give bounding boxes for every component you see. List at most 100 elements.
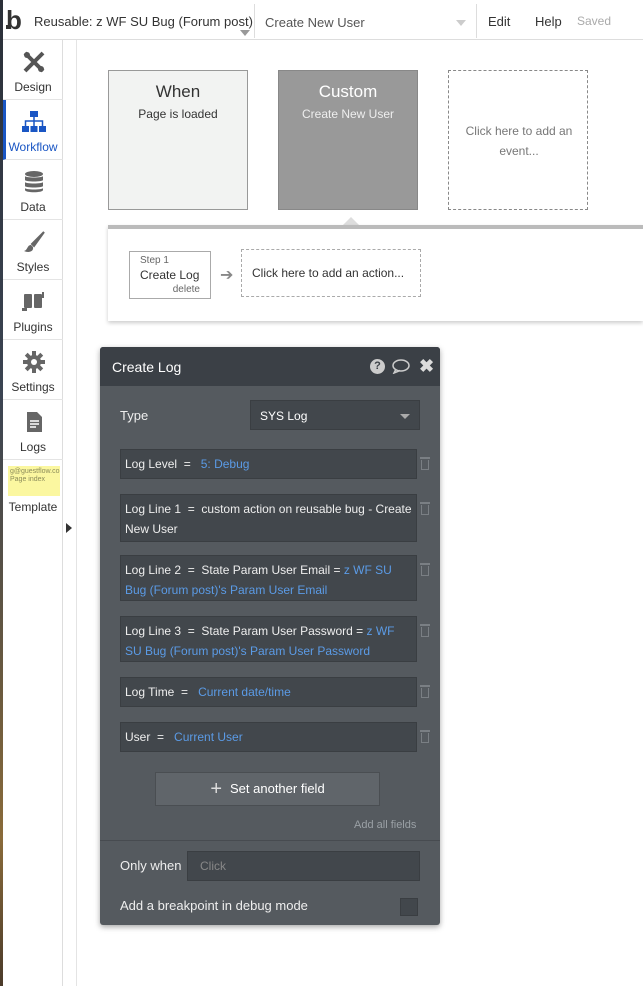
- field-eq: =: [181, 685, 189, 699]
- trash-icon[interactable]: [420, 685, 430, 698]
- chevron-down-icon: [400, 414, 410, 419]
- trash-icon[interactable]: [420, 457, 430, 470]
- arrow-right-icon: ➔: [220, 267, 234, 284]
- action-strip: Step 1 Create Log delete ➔ Click here to…: [108, 225, 643, 321]
- sidebar-item-data[interactable]: Data: [3, 160, 63, 220]
- sidebar-item-design[interactable]: Design: [3, 40, 63, 100]
- only-when-input[interactable]: Click: [187, 851, 420, 881]
- field-value: State Param User Password =: [201, 624, 367, 638]
- field-eq: =: [183, 457, 191, 471]
- design-icon: [23, 51, 45, 73]
- chevron-down-icon: [240, 30, 250, 36]
- panel-divider: [100, 840, 440, 841]
- sidebar-item-plugins[interactable]: Plugins: [3, 280, 63, 340]
- add-event-text: Click here to add an event...: [465, 124, 573, 158]
- brush-icon: [24, 231, 45, 252]
- field-dynamic-value: 5: Debug: [200, 457, 250, 471]
- field-dynamic-value: Current date/time: [198, 685, 291, 699]
- type-dropdown[interactable]: SYS Log: [250, 400, 420, 430]
- event-selector-dropdown[interactable]: Create New User: [256, 4, 477, 38]
- type-value: SYS Log: [260, 409, 308, 423]
- field-label: Log Line 2: [125, 563, 182, 577]
- add-action-button[interactable]: Click here to add an action...: [241, 249, 421, 297]
- close-icon[interactable]: ✖: [419, 356, 434, 377]
- event-subtitle: Create New User: [301, 107, 395, 121]
- trash-icon[interactable]: [420, 563, 430, 576]
- trash-icon[interactable]: [420, 624, 430, 637]
- sidebar-item-label: Design: [14, 80, 52, 94]
- add-event-button[interactable]: Click here to add an event...: [448, 70, 588, 210]
- sidebar-item-template[interactable]: g@guestflow.co Page index Template: [3, 460, 63, 520]
- sidebar-item-workflow[interactable]: Workflow: [3, 100, 63, 160]
- sidebar-item-label: Styles: [16, 260, 50, 274]
- event-title: When: [155, 82, 201, 101]
- save-status: Saved: [577, 14, 612, 28]
- field-dynamic-value: Current User: [174, 730, 243, 744]
- step-card[interactable]: Step 1 Create Log delete: [129, 251, 211, 299]
- sidebar-item-label: Data: [20, 200, 46, 214]
- field-label: User: [125, 730, 151, 744]
- field-log-line-1[interactable]: Log Line 1 = custom action on reusable b…: [120, 494, 417, 542]
- field-label: Log Line 1: [125, 502, 182, 516]
- panel-title: Create Log: [112, 359, 182, 375]
- plus-icon: +: [210, 778, 222, 800]
- event-selector-label: Create New User: [265, 15, 365, 30]
- field-log-level[interactable]: Log Level = 5: Debug: [120, 449, 417, 479]
- template-thumbnail: g@guestflow.co Page index: [8, 466, 60, 496]
- event-title: Custom: [318, 82, 378, 101]
- event-card-custom[interactable]: Custom Create New User: [278, 70, 418, 210]
- set-another-label: Set another field: [230, 781, 325, 796]
- logo-letter: b: [6, 5, 22, 35]
- event-card-page-loaded[interactable]: When Page is loaded: [108, 70, 248, 210]
- event-subtitle: Page is loaded: [138, 107, 218, 121]
- field-label: Log Level: [125, 457, 178, 471]
- sidebar-item-logs[interactable]: Logs: [3, 400, 63, 460]
- page-selector-dropdown[interactable]: Reusable: z WF SU Bug (Forum post): [31, 4, 255, 38]
- sidebar-item-styles[interactable]: Styles: [3, 220, 63, 280]
- plug-icon: [22, 292, 44, 311]
- gear-icon: [23, 351, 45, 373]
- database-icon: [25, 171, 43, 193]
- comment-icon[interactable]: [392, 359, 410, 374]
- trash-icon[interactable]: [420, 730, 430, 743]
- trash-icon[interactable]: [420, 502, 430, 515]
- sidebar-item-settings[interactable]: Settings: [3, 340, 63, 400]
- breakpoint-label: Add a breakpoint in debug mode: [120, 898, 308, 913]
- top-bar: b Reusable: z WF SU Bug (Forum post) Cre…: [3, 0, 643, 40]
- chevron-down-icon: [456, 20, 466, 26]
- step-delete-link[interactable]: delete: [173, 284, 200, 295]
- selected-event-pointer: [343, 217, 359, 225]
- panel-header: Create Log ? ✖: [100, 347, 440, 386]
- field-log-line-2[interactable]: Log Line 2 = State Param User Email = z …: [120, 555, 417, 601]
- sidebar-item-label: Plugins: [13, 320, 53, 334]
- help-menu[interactable]: Help: [535, 14, 562, 29]
- field-log-line-3[interactable]: Log Line 3 = State Param User Password =…: [120, 616, 417, 662]
- edit-menu[interactable]: Edit: [488, 14, 510, 29]
- canvas-border: [76, 40, 77, 986]
- help-icon[interactable]: ?: [370, 359, 385, 374]
- sidebar-item-label: Logs: [19, 440, 47, 454]
- field-eq: =: [157, 730, 165, 744]
- expand-panel-arrow-icon[interactable]: [66, 523, 72, 533]
- add-all-fields-link[interactable]: Add all fields: [354, 819, 416, 831]
- field-label: Log Time: [125, 685, 175, 699]
- type-label: Type: [120, 408, 149, 423]
- field-log-time[interactable]: Log Time = Current date/time: [120, 677, 417, 707]
- sidebar-item-label: Template: [8, 500, 58, 514]
- step-name: Create Log: [140, 268, 200, 282]
- breakpoint-checkbox[interactable]: [400, 898, 418, 916]
- bubble-logo[interactable]: b: [6, 6, 28, 34]
- left-sidebar: Design Workflow Data Styles Plugins Sett…: [3, 40, 63, 986]
- document-icon: [27, 412, 42, 432]
- set-another-field-button[interactable]: + Set another field: [155, 772, 380, 806]
- add-action-text: Click here to add an action...: [252, 266, 405, 280]
- page-selector-label: Reusable: z WF SU Bug (Forum post): [34, 14, 253, 29]
- field-user[interactable]: User = Current User: [120, 722, 417, 752]
- step-number: Step 1: [140, 255, 169, 266]
- field-value: State Param User Email =: [201, 563, 344, 577]
- action-property-panel: Create Log ? ✖ Type SYS Log Log Level = …: [100, 347, 440, 925]
- field-eq: =: [187, 563, 195, 577]
- field-eq: =: [187, 502, 195, 516]
- sidebar-item-label: Workflow: [8, 140, 58, 154]
- only-when-placeholder: Click: [200, 859, 226, 873]
